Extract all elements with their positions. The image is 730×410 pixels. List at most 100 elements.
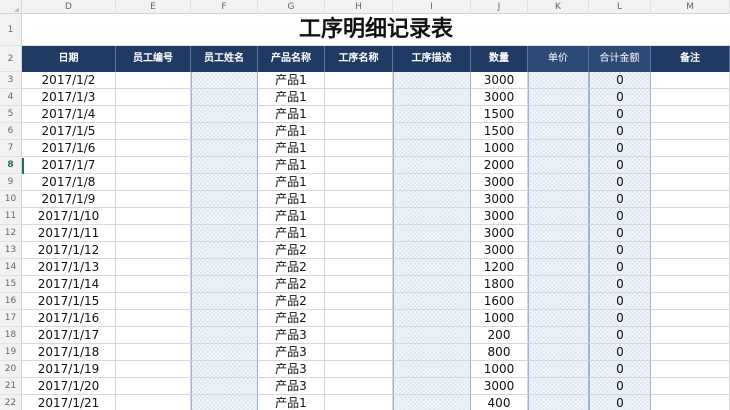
empty-cell[interactable] bbox=[191, 191, 258, 208]
empty-cell[interactable] bbox=[393, 361, 471, 378]
empty-cell[interactable] bbox=[325, 225, 393, 242]
empty-cell[interactable] bbox=[116, 89, 191, 106]
empty-cell[interactable] bbox=[651, 310, 730, 327]
cell-qty[interactable]: 3000 bbox=[471, 225, 528, 242]
empty-cell[interactable] bbox=[116, 72, 191, 89]
cell-qty[interactable]: 3000 bbox=[471, 174, 528, 191]
cell-total[interactable]: 0 bbox=[589, 208, 651, 225]
cell-total[interactable]: 0 bbox=[589, 174, 651, 191]
row-number[interactable]: 21 bbox=[0, 378, 22, 395]
row-number[interactable]: 9 bbox=[0, 174, 22, 191]
empty-cell[interactable] bbox=[191, 378, 258, 395]
column-header-cell[interactable]: 员工编号 bbox=[116, 46, 191, 72]
empty-cell[interactable] bbox=[191, 327, 258, 344]
empty-cell[interactable] bbox=[651, 293, 730, 310]
cell-product[interactable]: 产品1 bbox=[258, 72, 325, 89]
cell-qty[interactable]: 1600 bbox=[471, 293, 528, 310]
cell-date[interactable]: 2017/1/3 bbox=[22, 89, 116, 106]
cell-product[interactable]: 产品1 bbox=[258, 191, 325, 208]
empty-cell[interactable] bbox=[393, 395, 471, 410]
empty-cell[interactable] bbox=[116, 378, 191, 395]
empty-cell[interactable] bbox=[116, 225, 191, 242]
cell-date[interactable]: 2017/1/18 bbox=[22, 344, 116, 361]
empty-cell[interactable] bbox=[651, 123, 730, 140]
cell-date[interactable]: 2017/1/6 bbox=[22, 140, 116, 157]
empty-cell[interactable] bbox=[116, 276, 191, 293]
column-header-cell[interactable]: 合计金额 bbox=[589, 46, 651, 72]
empty-cell[interactable] bbox=[528, 106, 589, 123]
empty-cell[interactable] bbox=[191, 395, 258, 410]
empty-cell[interactable] bbox=[651, 327, 730, 344]
cell-product[interactable]: 产品3 bbox=[258, 327, 325, 344]
cell-qty[interactable]: 3000 bbox=[471, 72, 528, 89]
row-number[interactable]: 16 bbox=[0, 293, 22, 310]
cell-date[interactable]: 2017/1/19 bbox=[22, 361, 116, 378]
empty-cell[interactable] bbox=[191, 208, 258, 225]
empty-cell[interactable] bbox=[651, 72, 730, 89]
empty-cell[interactable] bbox=[325, 344, 393, 361]
column-header-cell[interactable]: 员工姓名 bbox=[191, 46, 258, 72]
column-letter-l[interactable]: L bbox=[589, 0, 651, 14]
row-number[interactable]: 22 bbox=[0, 395, 22, 410]
empty-cell[interactable] bbox=[191, 361, 258, 378]
empty-cell[interactable] bbox=[191, 242, 258, 259]
empty-cell[interactable] bbox=[528, 344, 589, 361]
empty-cell[interactable] bbox=[393, 259, 471, 276]
empty-cell[interactable] bbox=[116, 191, 191, 208]
empty-cell[interactable] bbox=[528, 276, 589, 293]
cell-product[interactable]: 产品1 bbox=[258, 123, 325, 140]
empty-cell[interactable] bbox=[393, 276, 471, 293]
empty-cell[interactable] bbox=[651, 361, 730, 378]
cell-date[interactable]: 2017/1/7 bbox=[22, 157, 116, 174]
empty-cell[interactable] bbox=[116, 157, 191, 174]
empty-cell[interactable] bbox=[325, 106, 393, 123]
cell-product[interactable]: 产品1 bbox=[258, 140, 325, 157]
cell-date[interactable]: 2017/1/20 bbox=[22, 378, 116, 395]
empty-cell[interactable] bbox=[393, 89, 471, 106]
cell-date[interactable]: 2017/1/14 bbox=[22, 276, 116, 293]
empty-cell[interactable] bbox=[651, 140, 730, 157]
empty-cell[interactable] bbox=[325, 140, 393, 157]
column-letter-m[interactable]: M bbox=[651, 0, 730, 14]
empty-cell[interactable] bbox=[325, 191, 393, 208]
empty-cell[interactable] bbox=[528, 174, 589, 191]
cell-total[interactable]: 0 bbox=[589, 293, 651, 310]
cell-qty[interactable]: 1000 bbox=[471, 310, 528, 327]
cell-product[interactable]: 产品1 bbox=[258, 106, 325, 123]
cell-total[interactable]: 0 bbox=[589, 378, 651, 395]
empty-cell[interactable] bbox=[325, 72, 393, 89]
empty-cell[interactable] bbox=[116, 174, 191, 191]
empty-cell[interactable] bbox=[191, 123, 258, 140]
empty-cell[interactable] bbox=[191, 72, 258, 89]
row-number[interactable]: 12 bbox=[0, 225, 22, 242]
row-number[interactable]: 3 bbox=[0, 72, 22, 89]
empty-cell[interactable] bbox=[393, 106, 471, 123]
empty-cell[interactable] bbox=[651, 276, 730, 293]
cell-date[interactable]: 2017/1/13 bbox=[22, 259, 116, 276]
empty-cell[interactable] bbox=[528, 89, 589, 106]
cell-date[interactable]: 2017/1/4 bbox=[22, 106, 116, 123]
empty-cell[interactable] bbox=[325, 361, 393, 378]
empty-cell[interactable] bbox=[651, 344, 730, 361]
empty-cell[interactable] bbox=[191, 344, 258, 361]
empty-cell[interactable] bbox=[528, 123, 589, 140]
cell-total[interactable]: 0 bbox=[589, 72, 651, 89]
empty-cell[interactable] bbox=[393, 140, 471, 157]
empty-cell[interactable] bbox=[116, 293, 191, 310]
empty-cell[interactable] bbox=[191, 259, 258, 276]
empty-cell[interactable] bbox=[325, 123, 393, 140]
cell-date[interactable]: 2017/1/12 bbox=[22, 242, 116, 259]
empty-cell[interactable] bbox=[528, 378, 589, 395]
empty-cell[interactable] bbox=[393, 208, 471, 225]
empty-cell[interactable] bbox=[325, 89, 393, 106]
cell-qty[interactable]: 2000 bbox=[471, 157, 528, 174]
empty-cell[interactable] bbox=[325, 327, 393, 344]
row-number[interactable]: 5 bbox=[0, 106, 22, 123]
empty-cell[interactable] bbox=[393, 310, 471, 327]
cell-total[interactable]: 0 bbox=[589, 395, 651, 410]
row-number[interactable]: 13 bbox=[0, 242, 22, 259]
empty-cell[interactable] bbox=[393, 157, 471, 174]
cell-qty[interactable]: 1500 bbox=[471, 106, 528, 123]
cell-product[interactable]: 产品1 bbox=[258, 208, 325, 225]
empty-cell[interactable] bbox=[116, 327, 191, 344]
